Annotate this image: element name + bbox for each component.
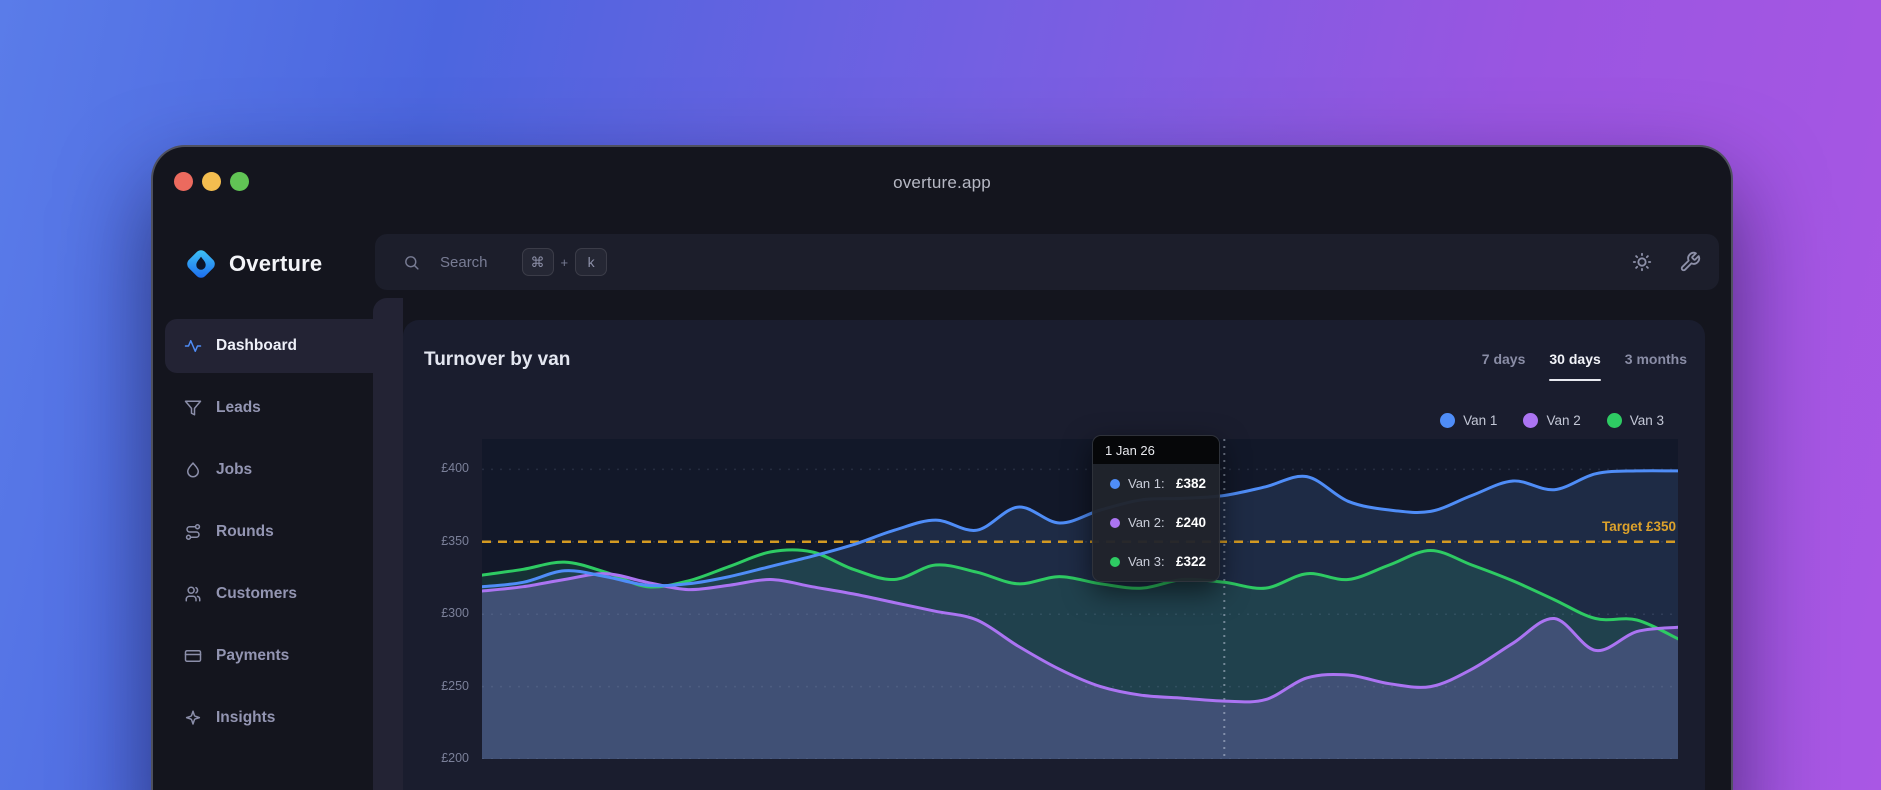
tooltip-value: £240: [1176, 515, 1206, 530]
droplet-icon: [184, 461, 202, 479]
tooltip-label: Van 3:: [1128, 554, 1165, 569]
van1-dot: [1440, 413, 1455, 428]
brand-logo: Overture: [184, 247, 322, 281]
users-icon: [184, 585, 202, 603]
y-axis-tick: £350: [403, 534, 469, 548]
van3-dot: [1110, 557, 1120, 567]
sidebar-item-label: Leads: [216, 399, 261, 417]
van2-dot: [1110, 518, 1120, 528]
sidebar-item-label: Dashboard: [216, 337, 297, 355]
y-axis-tick: £250: [403, 679, 469, 693]
activity-icon: [184, 337, 202, 355]
tooltip-label: Van 1:: [1128, 476, 1165, 491]
app-window: overture.app Overture Dashboard: [151, 145, 1733, 790]
card-title: Turnover by van: [424, 349, 570, 371]
legend-label: Van 1: [1463, 413, 1497, 428]
credit-card-icon: [184, 647, 202, 665]
sidebar-item-label: Customers: [216, 585, 297, 603]
y-axis-tick: £200: [403, 751, 469, 765]
sidebar-item-label: Insights: [216, 709, 275, 727]
sidebar-item-dashboard[interactable]: Dashboard: [165, 319, 374, 373]
sidebar-item-label: Payments: [216, 647, 289, 665]
topbar-actions: [1631, 251, 1719, 273]
sidebar-item-insights[interactable]: Insights: [165, 691, 374, 745]
sidebar-item-label: Jobs: [216, 461, 252, 479]
search-input[interactable]: Search ⌘ + k: [375, 234, 607, 290]
settings-button[interactable]: [1679, 251, 1701, 273]
sidebar-item-rounds[interactable]: Rounds: [165, 505, 374, 559]
legend-item-van3[interactable]: Van 3: [1607, 413, 1664, 428]
chart-legend: Van 1 Van 2 Van 3: [1440, 413, 1664, 428]
sidebar-item-leads[interactable]: Leads: [165, 381, 374, 435]
tooltip-row-van2: Van 2: £240: [1093, 503, 1219, 542]
tooltip-row-van3: Van 3: £322: [1093, 542, 1219, 581]
titlebar: overture.app: [153, 147, 1731, 234]
tooltip-label: Van 2:: [1128, 515, 1165, 530]
tooltip-value: £382: [1176, 476, 1206, 491]
y-axis-tick: £300: [403, 606, 469, 620]
sparkles-icon: [184, 709, 202, 727]
van1-dot: [1110, 479, 1120, 489]
legend-label: Van 2: [1546, 413, 1580, 428]
overture-logo-icon: [184, 247, 218, 281]
turnover-card: Turnover by van 7 days 30 days 3 months …: [403, 320, 1705, 790]
y-axis: £400£350£300£250£200: [403, 439, 469, 759]
tab-7-days[interactable]: 7 days: [1482, 351, 1526, 381]
target-line-label: Target £350: [1602, 519, 1676, 534]
van2-dot: [1523, 413, 1538, 428]
van3-dot: [1607, 413, 1622, 428]
range-tabs: 7 days 30 days 3 months: [1482, 351, 1687, 381]
sidebar-item-label: Rounds: [216, 523, 274, 541]
sidebar-item-jobs[interactable]: Jobs: [165, 443, 374, 497]
sidebar-item-payments[interactable]: Payments: [165, 629, 374, 683]
theme-toggle-button[interactable]: [1631, 251, 1653, 273]
tooltip-value: £322: [1176, 554, 1206, 569]
legend-item-van1[interactable]: Van 1: [1440, 413, 1497, 428]
wrench-icon: [1679, 251, 1701, 273]
search-placeholder: Search: [440, 254, 488, 271]
tooltip-row-van1: Van 1: £382: [1093, 464, 1219, 503]
cmd-key-badge: ⌘: [522, 248, 554, 276]
brand-name: Overture: [229, 251, 322, 277]
sun-icon: [1631, 251, 1653, 273]
search-icon: [403, 254, 420, 271]
shortcut-plus: +: [561, 255, 569, 270]
route-icon: [184, 523, 202, 541]
turnover-chart[interactable]: [482, 439, 1678, 759]
legend-label: Van 3: [1630, 413, 1664, 428]
chart-tooltip: 1 Jan 26 Van 1: £382 Van 2: £240 Van 3: …: [1092, 435, 1220, 582]
desktop-background: overture.app Overture Dashboard: [0, 0, 1881, 790]
tooltip-date: 1 Jan 26: [1093, 436, 1219, 464]
filter-icon: [184, 399, 202, 417]
tab-3-months[interactable]: 3 months: [1625, 351, 1687, 381]
topbar: Search ⌘ + k: [375, 234, 1719, 290]
legend-item-van2[interactable]: Van 2: [1523, 413, 1580, 428]
window-title: overture.app: [153, 173, 1731, 193]
sidebar-item-customers[interactable]: Customers: [165, 567, 374, 621]
y-axis-tick: £400: [403, 461, 469, 475]
tab-30-days[interactable]: 30 days: [1549, 351, 1600, 381]
k-key-badge: k: [575, 248, 607, 276]
